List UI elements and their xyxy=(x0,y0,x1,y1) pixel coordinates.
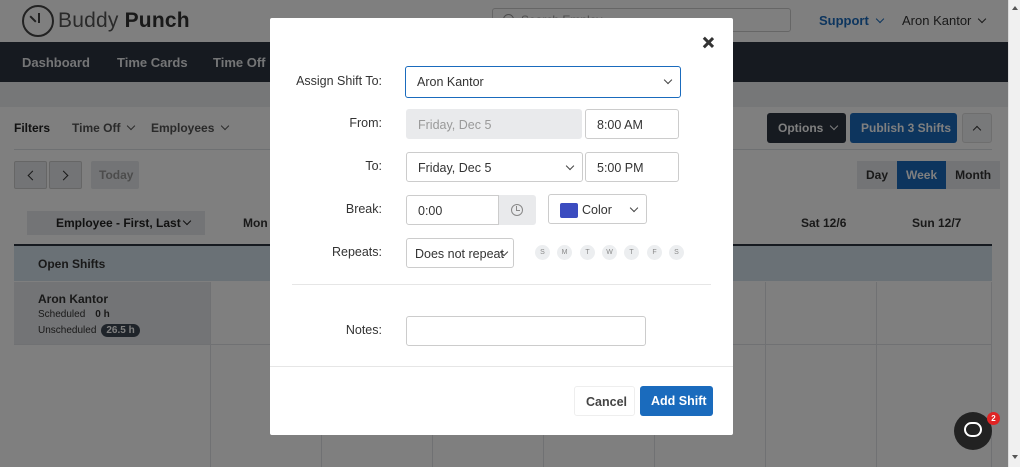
color-select[interactable]: Color xyxy=(548,194,647,224)
modal-footer-divider xyxy=(270,366,733,367)
scroll-up-arrow-icon[interactable] xyxy=(1012,6,1018,10)
notes-input[interactable] xyxy=(406,316,646,346)
weekday-fri-toggle[interactable]: F xyxy=(647,245,662,260)
weekday-tue-toggle[interactable]: T xyxy=(580,245,595,260)
chat-bubble-icon xyxy=(964,422,982,437)
chevron-down-icon xyxy=(629,203,639,213)
assign-shift-label: Assign Shift To: xyxy=(296,74,382,88)
cancel-button[interactable]: Cancel xyxy=(574,386,635,416)
to-label: To: xyxy=(365,159,382,173)
notes-label: Notes: xyxy=(345,323,382,337)
from-time-input[interactable]: 8:00 AM xyxy=(585,109,679,139)
repeats-value: Does not repeat xyxy=(415,247,504,261)
to-date-select[interactable]: Friday, Dec 5 xyxy=(406,152,583,182)
chevron-down-icon xyxy=(565,161,575,171)
assign-employee-select[interactable]: Aron Kantor xyxy=(405,66,681,98)
color-swatch xyxy=(560,203,578,218)
color-label: Color xyxy=(582,203,612,217)
assign-employee-value: Aron Kantor xyxy=(417,75,484,89)
weekday-wed-toggle[interactable]: W xyxy=(602,245,617,260)
repeats-label: Repeats: xyxy=(331,245,382,259)
from-label: From: xyxy=(349,116,382,130)
to-time-input[interactable]: 5:00 PM xyxy=(585,152,679,182)
break-label: Break: xyxy=(345,202,382,216)
break-duration-input[interactable]: 0:00 xyxy=(406,195,499,225)
clock-icon xyxy=(511,204,523,216)
scroll-down-arrow-icon[interactable] xyxy=(1012,455,1018,459)
weekday-sun-toggle[interactable]: S xyxy=(535,245,550,260)
modal-divider xyxy=(292,284,711,285)
chat-notification-badge: 2 xyxy=(987,412,1000,425)
break-clock-button[interactable] xyxy=(499,195,536,225)
weekday-mon-toggle[interactable]: M xyxy=(557,245,572,260)
weekday-thu-toggle[interactable]: T xyxy=(624,245,639,260)
add-shift-modal: Assign Shift To: Aron Kantor From: Frida… xyxy=(270,18,733,435)
from-date-input: Friday, Dec 5 xyxy=(406,109,582,139)
repeats-select[interactable]: Does not repeat xyxy=(406,238,514,268)
close-icon[interactable] xyxy=(701,36,715,50)
add-shift-button[interactable]: Add Shift xyxy=(640,386,713,416)
weekday-sat-toggle[interactable]: S xyxy=(669,245,684,260)
to-date-value: Friday, Dec 5 xyxy=(418,161,492,175)
chevron-down-icon xyxy=(663,75,673,85)
page-scrollbar[interactable] xyxy=(1008,0,1020,467)
